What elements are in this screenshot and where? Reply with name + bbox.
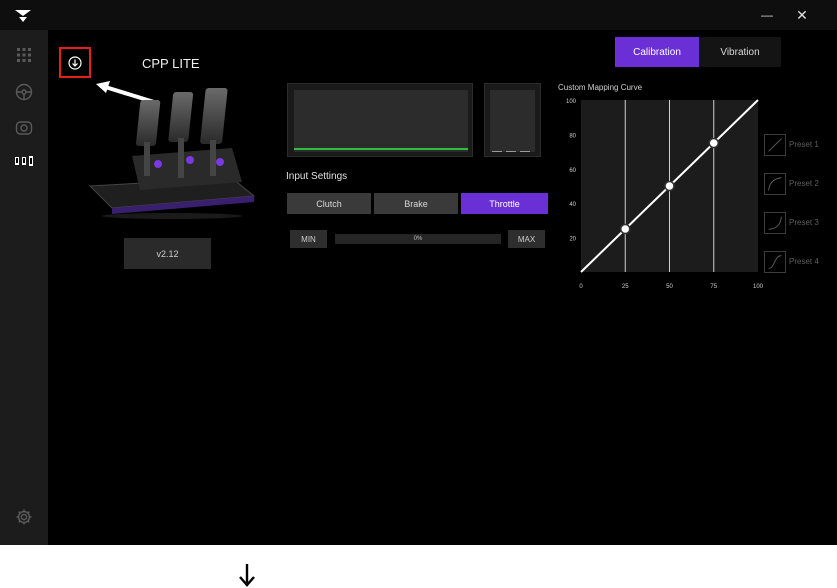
download-icon [68,55,82,70]
graph-dash [492,151,502,152]
title-bar: — ✕ [0,0,837,30]
x-tick-label: 25 [622,284,629,290]
graph-area [294,90,468,152]
concave-curve-icon [764,173,786,195]
mapping-curve-chart: 100 80 60 40 20 0 25 50 75 100 [566,99,764,290]
linear-curve-icon [764,134,786,156]
preset-1-button[interactable]: Preset 1 [764,134,834,158]
apps-grid-icon[interactable] [14,45,34,65]
curve-handle[interactable] [708,137,719,149]
settings-gear-icon[interactable] [14,507,34,527]
mapping-curve-title: Custom Mapping Curve [558,83,643,92]
app-window: — ✕ CPP LITE v2.12 Input Settings Clutch… [0,0,837,545]
down-arrow-icon [239,564,255,587]
tab-vibration[interactable]: Vibration [699,37,781,67]
graph-area [490,90,535,152]
preset-label: Preset 2 [789,179,819,188]
preset-3-button[interactable]: Preset 3 [764,212,834,236]
graph-dash [506,151,516,152]
convex-curve-icon [764,212,786,234]
min-button[interactable]: MIN [290,230,327,248]
input-range-bar: 0% [335,234,501,244]
max-button[interactable]: MAX [508,230,545,248]
input-graph-side [484,83,541,157]
minimize-icon: — [761,8,773,22]
preset-label: Preset 4 [789,257,819,266]
preset-label: Preset 3 [789,218,819,227]
y-tick-label: 60 [569,168,576,174]
steering-wheel-icon[interactable] [14,82,34,102]
y-tick-label: 100 [566,99,577,105]
brand-logo-icon [15,10,31,22]
close-icon: ✕ [796,6,808,23]
close-button[interactable]: ✕ [788,4,816,26]
y-tick-label: 40 [569,202,576,208]
pedals-icon[interactable] [14,151,34,171]
input-settings-title: Input Settings [286,171,348,182]
dashboard-gauge-icon[interactable] [14,118,34,138]
sidebar [0,30,48,545]
x-tick-label: 0 [579,284,583,290]
y-tick-label: 80 [569,133,576,139]
firmware-download-button[interactable] [59,47,91,78]
throttle-button[interactable]: Throttle [461,193,548,214]
graph-dash [520,151,530,152]
input-level-line [294,148,468,150]
s-curve-icon [764,251,786,273]
range-value: 0% [413,236,423,242]
preset-2-button[interactable]: Preset 2 [764,173,834,197]
curve-handle[interactable] [664,180,675,192]
brake-button[interactable]: Brake [374,193,458,214]
curve-handle[interactable] [620,223,631,235]
preset-label: Preset 1 [789,140,819,149]
firmware-version[interactable]: v2.12 [124,238,211,269]
y-tick-label: 20 [569,237,576,243]
minimize-button[interactable]: — [753,4,781,26]
clutch-button[interactable]: Clutch [287,193,371,214]
x-tick-label: 75 [710,284,717,290]
input-graph-main [287,83,473,157]
x-tick-label: 100 [753,284,764,290]
pedal-set-image [88,88,256,219]
tab-calibration[interactable]: Calibration [615,37,699,67]
x-tick-label: 50 [666,284,673,290]
preset-4-button[interactable]: Preset 4 [764,251,834,275]
product-name: CPP LITE [142,56,200,71]
